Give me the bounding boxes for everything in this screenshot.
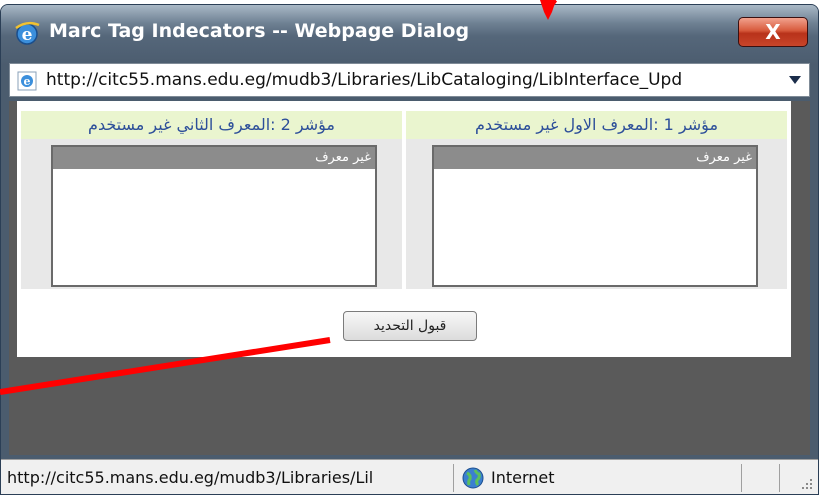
dialog-window: e Marc Tag Indecators -- Webpage Dialog … <box>0 4 819 495</box>
security-zone: Internet <box>491 468 555 487</box>
indicator1-listbox[interactable]: غير معرف <box>432 145 758 287</box>
internet-globe-icon <box>462 467 484 489</box>
indicators-panel: مؤشر 1 :المعرف الاول غير مستخدم مؤشر 2 :… <box>17 101 791 357</box>
close-button[interactable]: X <box>738 17 808 47</box>
svg-text:e: e <box>24 75 31 88</box>
indicator2-option[interactable]: غير معرف <box>53 147 375 169</box>
status-divider <box>453 464 454 492</box>
close-icon: X <box>765 20 781 44</box>
indicator2-listbox[interactable]: غير معرف <box>51 145 377 287</box>
accept-selection-button[interactable]: قبول التحديد <box>343 311 477 341</box>
title-bar[interactable]: e Marc Tag Indecators -- Webpage Dialog … <box>1 5 818 57</box>
resize-grip-icon[interactable] <box>800 477 814 491</box>
status-divider <box>779 464 780 492</box>
status-divider <box>741 464 742 492</box>
indicator2-cell: غير معرف <box>21 139 402 289</box>
indicator2-header: مؤشر 2 :المعرف الثاني غير مستخدم <box>21 111 402 139</box>
svg-text:e: e <box>22 25 33 45</box>
chevron-down-icon[interactable] <box>789 76 801 84</box>
status-url: http://citc55.mans.edu.eg/mudb3/Librarie… <box>7 468 374 487</box>
status-bar: http://citc55.mans.edu.eg/mudb3/Librarie… <box>1 459 818 494</box>
indicator1-cell: غير معرف <box>406 139 787 289</box>
indicator1-option[interactable]: غير معرف <box>434 147 756 169</box>
address-bar[interactable]: e http://citc55.mans.edu.eg/mudb3/Librar… <box>9 63 810 97</box>
ie-icon: e <box>15 21 40 45</box>
dialog-content: مؤشر 1 :المعرف الاول غير مستخدم مؤشر 2 :… <box>9 101 810 455</box>
window-title: Marc Tag Indecators -- Webpage Dialog <box>49 20 470 42</box>
address-url: http://citc55.mans.edu.eg/mudb3/Librarie… <box>46 70 683 90</box>
page-ie-icon: e <box>17 71 37 91</box>
indicator1-header: مؤشر 1 :المعرف الاول غير مستخدم <box>406 111 787 139</box>
